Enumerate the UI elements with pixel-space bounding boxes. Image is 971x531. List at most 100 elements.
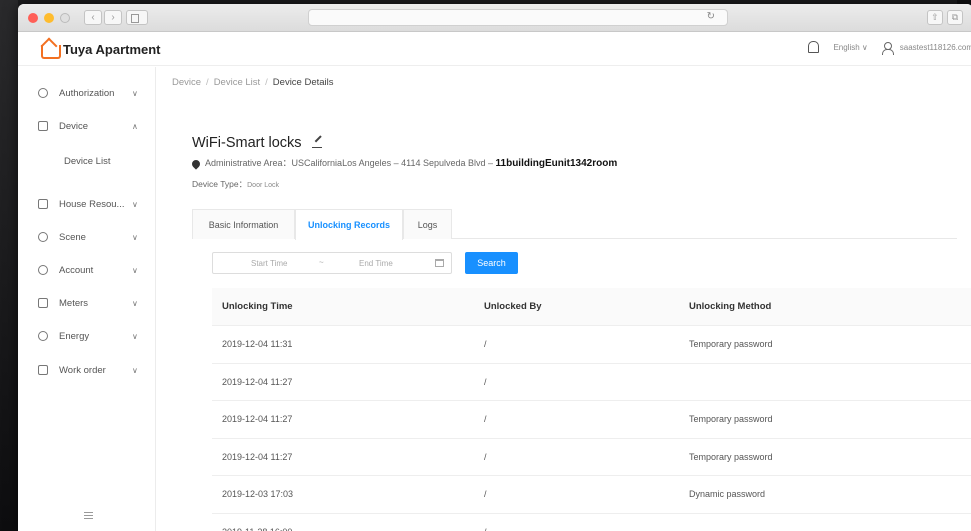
sidebar: Authorization ∨ Device ∧ Device List Hou…	[18, 67, 156, 531]
table-row: 2019-12-03 17:03 / Dynamic password	[212, 476, 971, 514]
chevron-down-icon: ∨	[132, 365, 138, 375]
column-unlocked-by: Unlocked By	[484, 301, 542, 312]
user-icon[interactable]	[881, 41, 894, 55]
date-range-separator: ~	[319, 258, 324, 267]
tab-basic-information[interactable]: Basic Information	[192, 209, 295, 239]
minimize-window-button[interactable]	[44, 13, 54, 23]
close-window-button[interactable]	[28, 13, 38, 23]
window-controls	[28, 13, 70, 23]
chevron-down-icon: ∨	[132, 88, 138, 98]
forward-icon[interactable]: ›	[104, 10, 122, 25]
breadcrumb-device-list[interactable]: Device List	[214, 77, 260, 88]
header-right: English ∨ saastest118126.com	[808, 41, 971, 55]
account-icon	[38, 265, 48, 275]
zoom-window-button[interactable]	[60, 13, 70, 23]
breadcrumb-separator: /	[206, 77, 209, 88]
shield-icon	[38, 88, 48, 98]
reload-icon[interactable]: ↻	[707, 11, 715, 22]
detail-tabs: Basic Information Unlocking Records Logs	[192, 209, 957, 240]
chevron-up-icon: ∧	[132, 121, 138, 131]
sidebar-item-account[interactable]: Account ∨	[18, 259, 156, 281]
table-row: 2019-12-04 11:27 / Temporary password	[212, 401, 971, 439]
username[interactable]: saastest118126.com	[900, 43, 971, 52]
chevron-down-icon: ∨	[132, 232, 138, 242]
unlocking-records-table: Unlocking Time Unlocked By Unlocking Met…	[212, 288, 971, 531]
cell-method: Dynamic password	[689, 489, 766, 499]
date-range-picker[interactable]: Start Time ~ End Time	[212, 252, 452, 274]
language-selector[interactable]: English ∨	[833, 43, 867, 52]
main-content: Device / Device List / Device Details WiFi-S…	[156, 67, 971, 531]
sidebar-item-label: Scene	[59, 231, 86, 243]
cell-by: /	[484, 514, 487, 531]
tabs-overview-icon[interactable]: ⧉	[947, 10, 963, 25]
device-type-label: Device Type：	[192, 179, 248, 189]
cell-time: 2019-12-04 11:31	[222, 339, 293, 349]
breadcrumb: Device / Device List / Device Details	[172, 77, 334, 88]
chevron-down-icon: ∨	[132, 199, 138, 209]
house-resource-icon	[38, 199, 48, 209]
breadcrumb-device[interactable]: Device	[172, 77, 201, 88]
share-icon[interactable]: ⇧	[927, 10, 943, 25]
meter-icon	[38, 298, 48, 308]
tab-logs[interactable]: Logs	[403, 209, 452, 239]
cell-by: /	[484, 339, 487, 349]
area-value: USCaliforniaLos Angeles – 4114 Sepulveda…	[291, 158, 496, 168]
table-header: Unlocking Time Unlocked By Unlocking Met…	[212, 288, 971, 326]
cell-time: 2019-12-04 11:27	[222, 376, 293, 387]
column-unlocking-method: Unlocking Method	[689, 301, 772, 312]
sidebar-item-label: Authorization	[59, 87, 115, 99]
edit-icon[interactable]	[311, 139, 322, 148]
desktop-backdrop-left	[0, 0, 18, 531]
calendar-icon[interactable]	[435, 259, 444, 267]
cell-time: 2019-12-03 17:03	[222, 489, 294, 499]
sidebar-item-label: Work order	[59, 364, 106, 376]
menu-fold-icon[interactable]	[84, 512, 93, 519]
sidebar-item-work-order[interactable]: Work order ∨	[18, 359, 156, 381]
cell-time: 2019-12-04 11:27	[222, 414, 293, 424]
history-nav: ‹ ›	[84, 10, 122, 25]
bell-icon[interactable]	[808, 41, 820, 53]
location-pin-icon	[190, 157, 202, 170]
sidebar-item-authorization[interactable]: Authorization ∨	[18, 82, 156, 104]
sidebar-item-label: House Resou...	[59, 198, 125, 210]
chevron-down-icon: ∨	[132, 265, 138, 275]
table-row: 2019-12-04 11:27 /	[212, 364, 971, 401]
tab-unlocking-records[interactable]: Unlocking Records	[295, 209, 403, 240]
search-button[interactable]: Search	[465, 252, 518, 274]
cell-by: /	[484, 376, 487, 387]
breadcrumb-separator: /	[265, 77, 268, 88]
sidebar-item-device[interactable]: Device ∧	[18, 115, 156, 137]
cell-time: 2019-11-28 16:00	[222, 514, 292, 531]
cell-by: /	[484, 489, 487, 499]
scene-icon	[38, 232, 48, 242]
sidebar-subitem-device-list[interactable]: Device List	[64, 156, 110, 167]
sidebar-toggle-icon[interactable]	[126, 10, 148, 25]
sidebar-item-label: Device	[59, 120, 89, 132]
area-room: 11buildingEunit1342room	[495, 158, 618, 169]
table-row: 2019-12-04 11:27 / Temporary password	[212, 439, 971, 476]
house-icon	[40, 41, 61, 59]
device-type: Device Type：Door Lock	[192, 178, 279, 190]
administrative-area: Administrative Area：USCaliforniaLos Ange…	[190, 156, 618, 170]
sidebar-item-meters[interactable]: Meters ∨	[18, 292, 156, 314]
browser-actions: ⇧ ⧉	[927, 10, 963, 25]
app-header: Tuya Apartment English ∨ saastest118126.…	[18, 32, 971, 66]
app-logo[interactable]: Tuya Apartment	[40, 41, 161, 59]
device-type-value: Door Lock	[247, 182, 280, 189]
sidebar-item-label: Account	[59, 264, 94, 276]
work-order-icon	[38, 365, 48, 375]
sidebar-item-house-resources[interactable]: House Resou... ∨	[18, 193, 156, 215]
device-name: WiFi-Smart locks	[192, 135, 302, 151]
table-row: 2019-11-28 16:00 /	[212, 514, 971, 531]
table-row: 2019-12-04 11:31 / Temporary password	[212, 326, 971, 364]
chevron-down-icon: ∨	[132, 298, 138, 308]
sidebar-item-scene[interactable]: Scene ∨	[18, 226, 156, 248]
breadcrumb-device-details: Device Details	[272, 77, 334, 88]
sidebar-item-energy[interactable]: Energy ∨	[18, 325, 156, 347]
address-bar[interactable]: ↻	[308, 9, 728, 26]
end-time-input[interactable]: End Time	[359, 259, 393, 268]
start-time-input[interactable]: Start Time	[251, 259, 287, 268]
back-icon[interactable]: ‹	[84, 10, 102, 25]
cell-by: /	[484, 414, 487, 424]
area-label: Administrative Area：	[205, 158, 292, 168]
